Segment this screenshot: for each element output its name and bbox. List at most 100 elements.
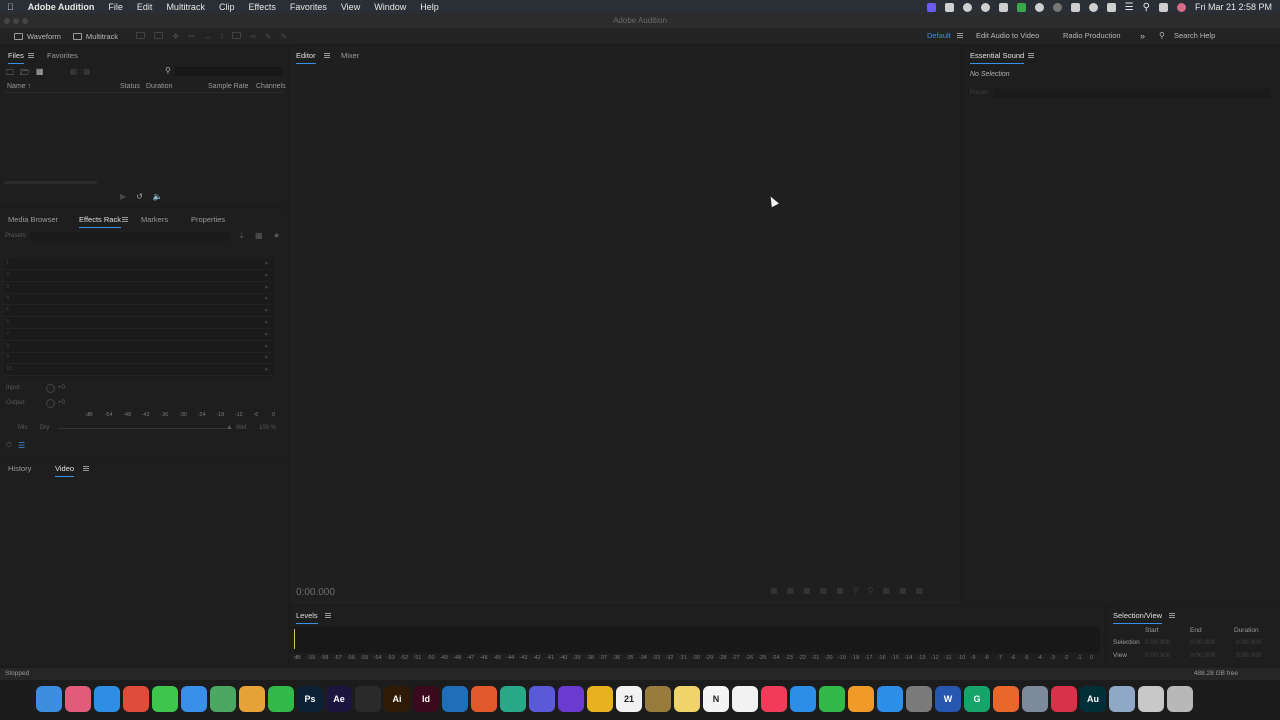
slot-arrow-icon[interactable]: ▸ (265, 306, 269, 314)
clock[interactable]: Fri Mar 21 2:58 PM (1195, 2, 1272, 12)
screenshot-folder-icon[interactable] (1138, 686, 1164, 712)
selection-view-title[interactable]: Selection/View (1113, 611, 1163, 624)
slip-tool-icon[interactable]: ↔ (204, 32, 212, 41)
illustrator-icon[interactable]: Ai (384, 686, 410, 712)
video-panel-menu-icon[interactable] (83, 466, 89, 471)
menu-app-name[interactable]: Adobe Audition (21, 2, 102, 12)
chrome-icon[interactable] (123, 686, 149, 712)
download-arrow-icon[interactable] (1016, 2, 1026, 12)
slot-arrow-icon[interactable]: ▸ (265, 353, 269, 361)
spot-healing-icon[interactable]: ✎ (281, 32, 288, 41)
workspace-radio-production[interactable]: Radio Production (1063, 28, 1121, 44)
time-selection-tool-icon[interactable]: I (221, 32, 223, 41)
zoom-out-time-icon[interactable]: ▦ (820, 586, 828, 595)
maps-icon[interactable] (210, 686, 236, 712)
menu-window[interactable]: Window (367, 2, 413, 12)
current-time-display[interactable]: 0:00.000 (296, 587, 335, 598)
menu-view[interactable]: View (334, 2, 367, 12)
effect-slot[interactable]: 4 ▸ (4, 294, 274, 306)
effect-slot[interactable]: 2 ▸ (4, 271, 274, 282)
more-workspaces-icon[interactable]: » (1140, 28, 1145, 44)
zoom-in-amplitude-icon[interactable]: ▦ (770, 586, 778, 595)
safari-icon[interactable] (94, 686, 120, 712)
input-knob[interactable] (46, 384, 55, 393)
slot-arrow-icon[interactable]: ▸ (265, 259, 269, 267)
play-icon[interactable] (1088, 2, 1098, 12)
slot-arrow-icon[interactable]: ▸ (265, 330, 269, 338)
spectral-display-icon[interactable] (136, 31, 145, 39)
effect-slot[interactable]: 3 ▸ (4, 283, 274, 294)
grammarly-menu-icon[interactable] (980, 2, 990, 12)
output-knob[interactable] (46, 399, 55, 408)
effect-slot[interactable]: 5 ▸ (4, 306, 274, 318)
workspace-default[interactable]: Default (927, 28, 951, 44)
archive-icon[interactable] (645, 686, 671, 712)
zoom-selection-icon[interactable]: ▦ (883, 586, 891, 595)
minimize-window-icon[interactable] (13, 18, 19, 24)
razor-tool-icon[interactable]: ✂ (188, 32, 195, 41)
view-start-field[interactable]: 0:00.000 (1145, 652, 1170, 659)
chatgpt-icon[interactable] (500, 686, 526, 712)
column-sample-rate[interactable]: Sample Rate (208, 83, 248, 90)
view-end-field[interactable]: 0:00.000 (1190, 652, 1215, 659)
finder-icon[interactable] (36, 686, 62, 712)
effect-slot[interactable]: 7 ▸ (4, 330, 274, 341)
creative-cloud-icon[interactable] (1051, 686, 1077, 712)
zoom-out-point-icon[interactable]: ⚲ (868, 586, 874, 595)
music-icon[interactable] (761, 686, 787, 712)
grammarly-icon[interactable]: G (964, 686, 990, 712)
workspace-menu-icon[interactable] (957, 33, 963, 38)
zoom-tracks-out-icon[interactable]: ▦ (916, 586, 924, 595)
messages-icon[interactable] (152, 686, 178, 712)
preview-volume-icon[interactable]: 🔈 (153, 192, 163, 201)
close-window-icon[interactable] (4, 18, 10, 24)
spotlight-search-icon[interactable]: ⚲ (1143, 2, 1150, 13)
menu-edit[interactable]: Edit (130, 2, 160, 12)
apple-icon[interactable]:  (0, 2, 21, 12)
pages-icon[interactable] (848, 686, 874, 712)
tab-media-browser[interactable]: Media Browser (8, 215, 58, 224)
column-channels[interactable]: Channels (256, 83, 286, 90)
editor-menu-icon[interactable] (324, 53, 330, 58)
files-panel-menu-icon[interactable] (28, 53, 34, 58)
word-icon[interactable]: W (935, 686, 961, 712)
effects-rack-menu-icon[interactable] (122, 217, 128, 222)
numbers-icon[interactable] (819, 686, 845, 712)
close-file-icon[interactable]: ▦ (83, 67, 91, 81)
vpn-icon[interactable] (1052, 2, 1062, 12)
effect-slot[interactable]: 9 ▸ (4, 353, 274, 365)
move-tool-icon[interactable]: ❖ (172, 32, 179, 41)
podcast-icon[interactable] (355, 686, 381, 712)
selection-start-field[interactable]: 0:00.000 (1145, 639, 1170, 646)
pitch-display-icon[interactable] (154, 31, 163, 39)
insert-into-multitrack-icon[interactable]: ▦ (69, 67, 77, 81)
photoshop-icon[interactable]: Ps (297, 686, 323, 712)
screen-recording-icon[interactable] (926, 2, 936, 12)
rack-list-icon[interactable]: ☰ (18, 441, 25, 450)
levels-title[interactable]: Levels (296, 611, 318, 624)
after-effects-icon[interactable]: Ae (326, 686, 352, 712)
tab-favorites[interactable]: Favorites (47, 51, 78, 60)
tab-files[interactable]: Files (8, 51, 24, 64)
audition-icon[interactable]: Au (1080, 686, 1106, 712)
shield-icon[interactable] (1070, 2, 1080, 12)
delete-preset-icon[interactable]: ▦ (255, 231, 263, 240)
input-value[interactable]: +0 (58, 385, 65, 391)
open-file-icon[interactable]: 🗀 (6, 67, 14, 81)
menu-multitrack[interactable]: Multitrack (159, 2, 212, 12)
vscode-icon[interactable] (442, 686, 468, 712)
brave-icon[interactable] (471, 686, 497, 712)
mix-slider-handle-icon[interactable]: ▲ (226, 424, 233, 431)
facetime-icon[interactable] (268, 686, 294, 712)
workspace-edit-audio-to-video[interactable]: Edit Audio to Video (976, 28, 1039, 44)
preset-dropdown[interactable] (993, 89, 1271, 98)
preview-icon[interactable] (1022, 686, 1048, 712)
keynote-icon[interactable] (790, 686, 816, 712)
selection-duration-field[interactable]: 0:00.000 (1236, 639, 1261, 646)
lasso-tool-icon[interactable]: ∞ (250, 32, 256, 41)
siri-icon[interactable] (1176, 2, 1186, 12)
slot-arrow-icon[interactable]: ▸ (265, 318, 269, 326)
tab-markers[interactable]: Markers (141, 215, 168, 224)
selection-view-menu-icon[interactable] (1169, 613, 1175, 618)
zoom-tracks-in-icon[interactable]: ▦ (899, 586, 907, 595)
